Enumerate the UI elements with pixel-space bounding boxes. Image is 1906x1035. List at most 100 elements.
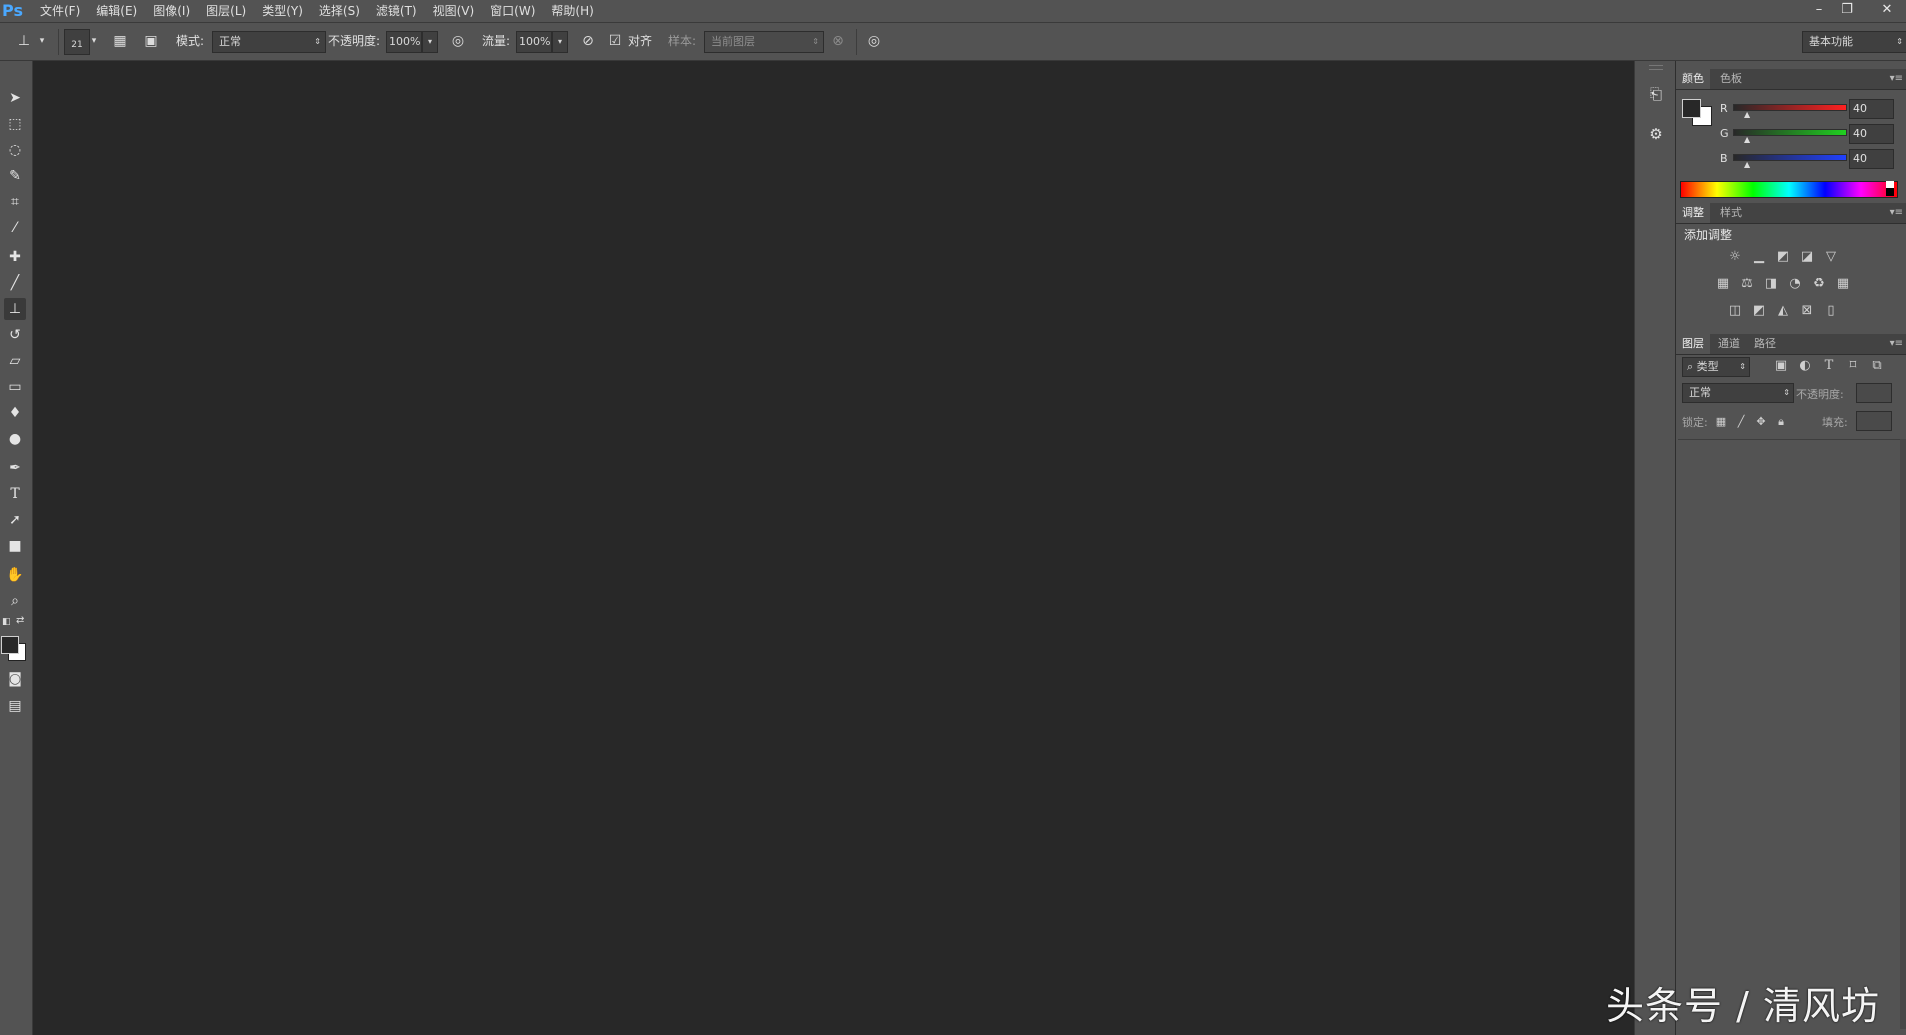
quick-select-tool-icon[interactable]: ✎ [4, 165, 26, 187]
red-slider-thumb-icon[interactable]: ▲ [1744, 110, 1750, 119]
filter-shape-icon[interactable]: ⌑ [1844, 358, 1862, 374]
lock-position-icon[interactable]: ✥ [1752, 414, 1770, 430]
move-tool-icon[interactable]: ➤ [4, 87, 26, 109]
brush-size-picker[interactable]: 21 [64, 29, 90, 55]
eraser-tool-icon[interactable]: ▱ [4, 350, 26, 372]
mode-select[interactable]: 正常 ⇕ [212, 31, 326, 53]
channel-mixer-icon[interactable]: ♻ [1810, 276, 1828, 292]
lock-transparent-icon[interactable]: ▦ [1712, 414, 1730, 430]
healing-brush-tool-icon[interactable]: ✚ [4, 246, 26, 268]
brush-tool-icon[interactable]: ╱ [4, 272, 26, 294]
levels-icon[interactable]: ▁ [1750, 249, 1768, 265]
menu-edit[interactable]: 编辑(E) [96, 0, 137, 22]
type-tool-icon[interactable]: T [4, 483, 26, 505]
filter-type-icon[interactable]: T [1820, 358, 1838, 374]
clone-stamp-preset-icon[interactable]: ⊥ [14, 31, 34, 51]
flow-input[interactable]: 100% [516, 31, 552, 53]
screen-mode-icon[interactable]: ▤ [4, 695, 26, 717]
layer-opacity-input[interactable] [1856, 383, 1892, 403]
menu-file[interactable]: 文件(F) [40, 0, 80, 22]
sample-select[interactable]: 当前图层 ⇕ [704, 31, 824, 53]
layer-filter-select[interactable]: ⌕ 类型 ⇕ [1682, 357, 1750, 377]
green-slider-thumb-icon[interactable]: ▲ [1744, 135, 1750, 144]
history-brush-tool-icon[interactable]: ↺ [4, 324, 26, 346]
filter-smart-object-icon[interactable]: ⧉ [1868, 358, 1886, 374]
black-white-icon[interactable]: ◨ [1762, 276, 1780, 292]
path-select-tool-icon[interactable]: ➚ [4, 509, 26, 531]
black-swatch[interactable] [1886, 188, 1894, 196]
hand-tool-icon[interactable]: ✋ [4, 564, 26, 586]
blend-mode-select[interactable]: 正常 ⇕ [1682, 383, 1794, 403]
airbrush-icon[interactable]: ⊘ [578, 31, 598, 51]
workspace-select[interactable]: 基本功能 ⇕ [1802, 31, 1906, 53]
panel-menu-icon[interactable]: ▾≡ [1890, 334, 1903, 354]
white-swatch[interactable] [1886, 181, 1894, 188]
tab-channels[interactable]: 通道 [1712, 334, 1746, 354]
gradient-tool-icon[interactable]: ▭ [4, 376, 26, 398]
menu-help[interactable]: 帮助(H) [551, 0, 593, 22]
crop-tool-icon[interactable]: ⌗ [4, 191, 26, 213]
vibrance-icon[interactable]: ▽ [1822, 249, 1840, 265]
dock-grip[interactable] [1649, 65, 1663, 70]
invert-icon[interactable]: ◫ [1726, 303, 1744, 319]
lock-image-icon[interactable]: ╱ [1732, 414, 1750, 430]
brush-panel-icon[interactable]: ▦ [110, 31, 130, 51]
layers-list[interactable] [1678, 439, 1900, 1030]
lasso-tool-icon[interactable]: ◌ [4, 139, 26, 161]
menu-view[interactable]: 视图(V) [433, 0, 475, 22]
menu-filter[interactable]: 滤镜(T) [376, 0, 417, 22]
hue-saturation-icon[interactable]: ▦ [1714, 276, 1732, 292]
menu-window[interactable]: 窗口(W) [490, 0, 535, 22]
flow-dropdown[interactable]: ▾ [552, 31, 568, 53]
red-value-input[interactable]: 40 [1849, 99, 1894, 119]
preset-dropdown-icon[interactable]: ▾ [36, 31, 48, 51]
canvas-area[interactable] [33, 61, 1633, 1035]
tab-layers[interactable]: 图层 [1676, 334, 1710, 354]
foreground-color-swatch[interactable] [1, 636, 19, 654]
green-value-input[interactable]: 40 [1849, 124, 1894, 144]
clone-stamp-tool-icon[interactable]: ⊥ [4, 298, 26, 320]
tab-paths[interactable]: 路径 [1748, 334, 1782, 354]
tab-adjustments[interactable]: 调整 [1676, 203, 1710, 223]
marquee-tool-icon[interactable]: ⬚ [4, 113, 26, 135]
color-lookup-icon[interactable]: ▦ [1834, 276, 1852, 292]
panel-menu-icon[interactable]: ▾≡ [1890, 69, 1903, 89]
close-button[interactable]: ✕ [1874, 1, 1900, 19]
lock-all-icon[interactable]: 🔒︎ [1772, 414, 1790, 430]
quick-mask-icon[interactable]: ◙ [4, 668, 26, 690]
threshold-icon[interactable]: ◭ [1774, 303, 1792, 319]
filter-adjustment-icon[interactable]: ◐ [1796, 358, 1814, 374]
menu-layer[interactable]: 图层(L) [206, 0, 246, 22]
swap-colors-icon[interactable]: ⇄ [16, 615, 24, 626]
selective-color-icon[interactable]: ⊠ [1798, 303, 1816, 319]
gradient-map-icon[interactable]: ▯ [1822, 303, 1840, 319]
color-balance-icon[interactable]: ⚖ [1738, 276, 1756, 292]
menu-select[interactable]: 选择(S) [319, 0, 360, 22]
tab-styles[interactable]: 样式 [1714, 203, 1748, 223]
tab-swatches[interactable]: 色板 [1714, 69, 1748, 89]
panel-menu-icon[interactable]: ▾≡ [1890, 203, 1903, 223]
pen-tool-icon[interactable]: ✒ [4, 457, 26, 479]
blur-tool-icon[interactable]: ♦ [4, 402, 26, 424]
color-spectrum-ramp[interactable] [1680, 181, 1898, 198]
rectangle-tool-icon[interactable]: ■ [4, 535, 26, 557]
restore-button[interactable]: ❐ [1834, 1, 1860, 19]
properties-panel-icon[interactable]: ⚙ [1645, 123, 1667, 145]
blue-slider-thumb-icon[interactable]: ▲ [1744, 160, 1750, 169]
layers-scrollbar[interactable] [1900, 439, 1906, 1029]
zoom-tool-icon[interactable]: ⌕ [4, 590, 26, 612]
ignore-adjustment-icon[interactable]: ⊗ [828, 31, 848, 51]
opacity-dropdown[interactable]: ▾ [422, 31, 438, 53]
minimize-button[interactable]: – [1806, 1, 1832, 19]
clone-source-icon[interactable]: ▣ [141, 31, 161, 51]
history-panel-icon[interactable]: ⎗ [1645, 83, 1667, 105]
exposure-icon[interactable]: ◪ [1798, 249, 1816, 265]
menu-type[interactable]: 类型(Y) [262, 0, 303, 22]
photo-filter-icon[interactable]: ◔ [1786, 276, 1804, 292]
blue-value-input[interactable]: 40 [1849, 149, 1894, 169]
curves-icon[interactable]: ◩ [1774, 249, 1792, 265]
pressure-size-icon[interactable]: ◎ [864, 31, 884, 51]
default-colors-icon[interactable]: ◧ [2, 617, 11, 627]
posterize-icon[interactable]: ◩ [1750, 303, 1768, 319]
fill-input[interactable] [1856, 411, 1892, 431]
